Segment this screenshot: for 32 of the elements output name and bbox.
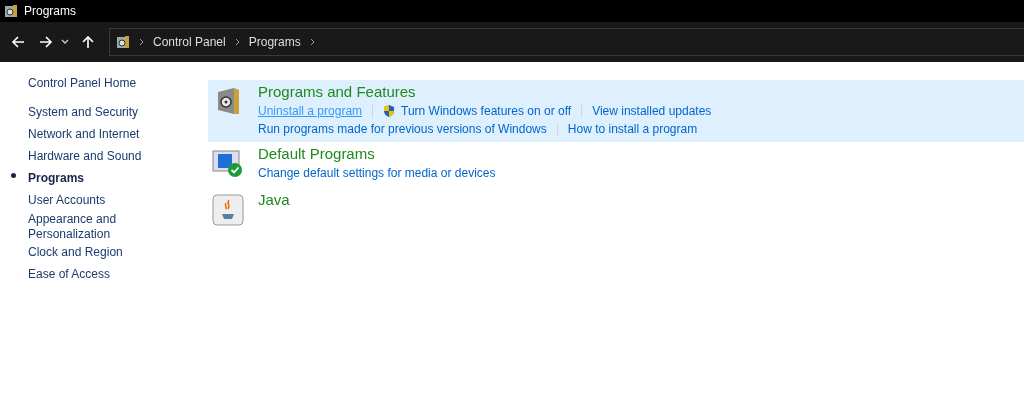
sidebar-item[interactable]: Ease of Access (28, 267, 158, 282)
address-bar[interactable]: Control Panel Programs (109, 28, 1024, 56)
chevron-right-icon[interactable] (309, 38, 315, 46)
chevron-down-icon[interactable] (61, 39, 69, 45)
sidebar-item[interactable]: Hardware and Sound (28, 149, 158, 164)
chevron-right-icon[interactable] (234, 38, 240, 46)
control-panel-icon (116, 35, 130, 49)
link[interactable]: Change default settings for media or devices (258, 164, 496, 182)
sidebar-item[interactable]: Clock and Region (28, 245, 158, 260)
forward-arrow-icon[interactable] (39, 35, 53, 49)
breadcrumb[interactable]: Programs (248, 35, 301, 49)
sidebar-item[interactable]: Network and Internet (28, 127, 158, 142)
link[interactable]: Run programs made for previous versions of Windows (258, 120, 547, 138)
window-check-icon[interactable] (212, 148, 244, 178)
link[interactable]: View installed updates (592, 102, 712, 120)
sidebar-link[interactable]: Control Panel Home (28, 76, 208, 90)
link[interactable]: Turn Windows features on or off (401, 102, 572, 120)
section-title[interactable]: Programs and Features (258, 82, 712, 102)
section-title[interactable]: Java (258, 190, 290, 210)
window-title: Programs (24, 4, 76, 18)
back-arrow-icon[interactable] (11, 35, 25, 49)
link[interactable]: How to install a program (567, 120, 698, 138)
sidebar-item[interactable]: System and Security (28, 105, 158, 120)
sidebar-item[interactable]: Programs (28, 171, 158, 186)
up-arrow-icon[interactable] (81, 35, 95, 49)
control-panel-icon (4, 4, 18, 18)
coffee-cup-icon[interactable] (212, 194, 244, 226)
breadcrumb[interactable]: Control Panel (153, 35, 226, 49)
chevron-right-icon (139, 38, 144, 46)
sidebar-item[interactable]: User Accounts (28, 193, 158, 208)
section-title[interactable]: Default Programs (258, 144, 496, 164)
sidebar-item[interactable]: Appearance and Personalization (28, 212, 158, 242)
